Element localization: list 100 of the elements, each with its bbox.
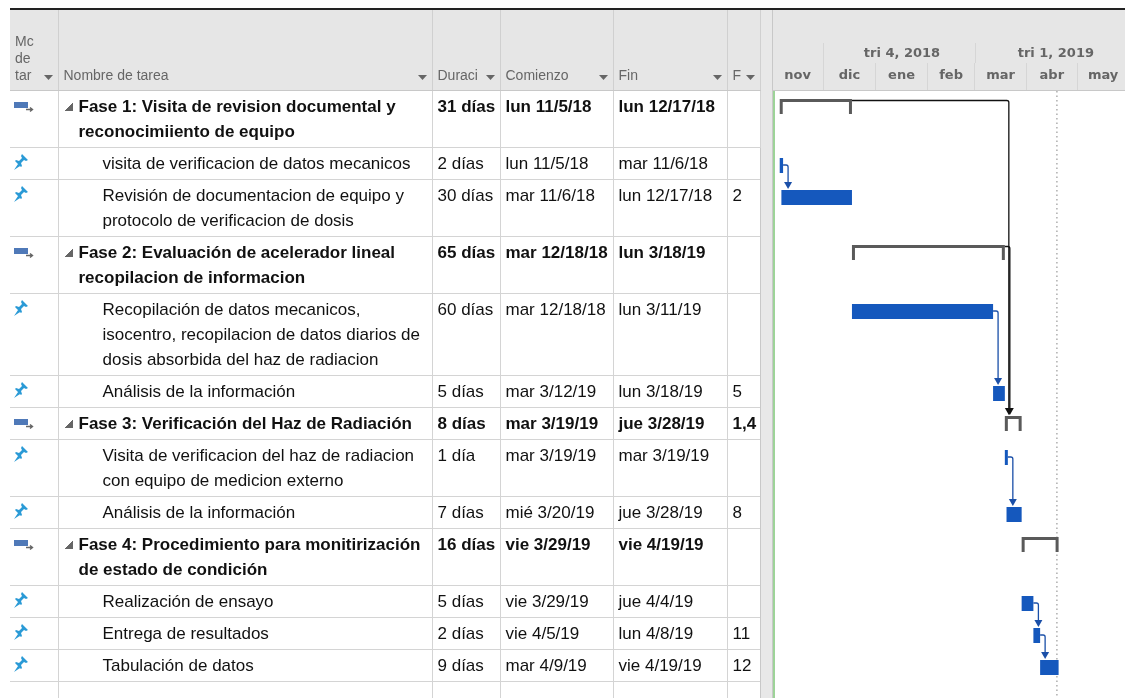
task-bar[interactable] — [1039, 660, 1059, 675]
start-date: mar 3/12/19 — [505, 382, 597, 401]
dependency-arrow — [1032, 602, 1042, 627]
duration-cell: 7 días — [437, 503, 484, 522]
start-date: mar 12/18/18 — [505, 300, 606, 319]
start-date: mar 12/18/18 — [505, 243, 608, 262]
finish-date: lun 12/17/18 — [618, 97, 715, 116]
start-date: mar 3/19/19 — [505, 446, 597, 465]
pin-icon — [14, 382, 28, 398]
task-bar[interactable] — [1006, 507, 1022, 522]
column-header[interactable]: Nombre de tarea — [58, 10, 432, 91]
column-header[interactable]: Mc de tar — [10, 10, 58, 91]
timescale-label: dic — [822, 63, 875, 90]
column-header[interactable]: Fin — [613, 10, 727, 91]
timescale-label: nov — [783, 66, 813, 84]
start-date: vie 3/29/19 — [505, 592, 589, 611]
duration-cell: 9 días — [437, 656, 484, 675]
summary-task-icon — [14, 418, 34, 430]
duration-cell: 65 días — [437, 243, 496, 262]
summary-task-icon — [14, 247, 34, 259]
timescale-label: abr — [1026, 63, 1077, 90]
task-bar[interactable] — [992, 386, 1005, 401]
pin-icon — [14, 656, 28, 672]
finish-date: jue 4/4/19 — [618, 592, 694, 611]
task-bar[interactable] — [1004, 450, 1008, 465]
duration-cell: 5 días — [437, 382, 484, 401]
predecessor-cell: 8 — [732, 503, 742, 522]
start-date: vie 4/5/19 — [505, 624, 580, 643]
summary-bar[interactable] — [1021, 537, 1059, 552]
caret-icon — [485, 75, 495, 80]
column-header[interactable]: Duraci — [432, 10, 500, 91]
duration-cell: 30 días — [437, 186, 494, 205]
caret-icon — [598, 75, 608, 80]
finish-date: lun 3/18/19 — [618, 243, 706, 262]
task-bar[interactable] — [1032, 628, 1040, 643]
pin-icon — [14, 592, 28, 608]
task-name: Realización de ensayo — [101, 591, 274, 613]
finish-date: lun 3/18/19 — [618, 382, 703, 401]
finish-date: vie 4/19/19 — [618, 535, 704, 554]
timescale-label: may — [1076, 63, 1125, 90]
task-name: Análisis de la información — [101, 381, 296, 403]
collapse-icon[interactable] — [64, 249, 73, 257]
task-bar[interactable] — [779, 158, 783, 173]
task-name: Entrega de resultados — [101, 623, 269, 645]
task-name: Fase 4: Procedimiento para monitirización de estado de condición — [78, 534, 422, 581]
caret-icon — [43, 75, 53, 80]
finish-date: vie 4/19/19 — [618, 656, 702, 675]
start-date: mar 11/6/18 — [505, 186, 595, 205]
duration-cell: 2 días — [437, 154, 484, 173]
timescale-label: ene — [874, 63, 928, 90]
duration-cell: 1 día — [437, 446, 476, 465]
pin-icon — [14, 186, 28, 202]
duration-cell: 5 días — [437, 592, 484, 611]
timescale-label: tri 1, 2019 — [1016, 45, 1094, 60]
task-bar[interactable] — [1021, 596, 1033, 611]
predecessor-cell: 5 — [732, 382, 742, 401]
finish-date: mar 3/19/19 — [618, 446, 710, 465]
predecessor-cell: 1,4 — [732, 414, 757, 433]
dependency-arrow — [1006, 456, 1017, 506]
task-name: Tabulación de datos — [101, 655, 254, 677]
duration-cell: 8 días — [437, 414, 486, 433]
task-name: Análisis de la información — [101, 502, 296, 524]
pin-icon — [14, 624, 28, 640]
task-name: Visita de verificacion del haz de radiacion con equipo de medicion externo — [101, 445, 416, 492]
finish-date: lun 4/8/19 — [618, 624, 694, 643]
start-date: vie 3/29/19 — [505, 535, 591, 554]
finish-date: lun 12/17/18 — [618, 186, 713, 205]
summary-bar[interactable] — [851, 245, 1005, 260]
finish-date: jue 3/28/19 — [618, 503, 703, 522]
summary-bar[interactable] — [1004, 416, 1022, 431]
pin-icon — [14, 300, 28, 316]
pin-icon — [14, 154, 28, 170]
pin-icon — [14, 446, 28, 462]
task-name: Fase 3: Verificación del Haz de Radiación — [78, 413, 412, 435]
timescale-label: tri 4, 2018 — [862, 45, 941, 60]
caret-icon — [712, 75, 722, 80]
predecessor-cell: 12 — [732, 656, 752, 675]
column-header[interactable]: F — [727, 10, 760, 91]
collapse-icon[interactable] — [64, 103, 73, 111]
start-date: mar 3/19/19 — [505, 414, 599, 433]
column-header[interactable]: Comienzo — [500, 10, 613, 91]
summary-task-icon — [14, 101, 34, 113]
dependency-arrow — [781, 164, 792, 189]
predecessor-cell: 2 — [732, 186, 742, 205]
finish-date: jue 3/28/19 — [618, 414, 705, 433]
duration-cell: 60 días — [437, 300, 494, 319]
finish-date: mar 11/6/18 — [618, 154, 708, 173]
caret-icon — [745, 75, 755, 80]
dependency-arrow — [1038, 634, 1049, 659]
start-date: mié 3/20/19 — [505, 503, 595, 522]
collapse-icon[interactable] — [64, 420, 73, 428]
collapse-icon[interactable] — [64, 541, 73, 549]
finish-date: lun 3/11/19 — [618, 300, 702, 319]
summary-bar[interactable] — [779, 99, 852, 114]
caret-icon — [417, 75, 427, 80]
duration-cell: 2 días — [437, 624, 484, 643]
task-name: visita de verificacion de datos mecanicos — [101, 153, 411, 175]
task-name: Fase 1: Visita de revision documental y reconocimiiento de equipo — [78, 96, 397, 143]
timescale-label: feb — [927, 63, 975, 90]
timescale-label: mar — [974, 63, 1027, 90]
